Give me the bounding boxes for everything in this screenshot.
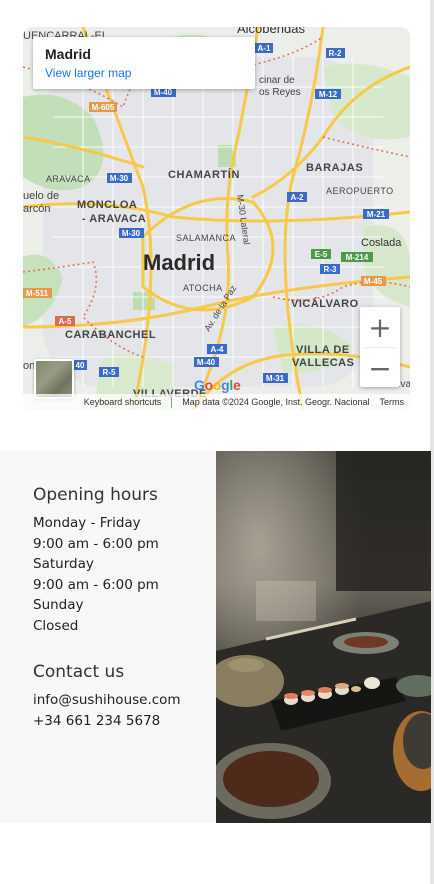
label-madrid: Madrid — [143, 250, 215, 275]
keyboard-shortcuts-link[interactable]: Keyboard shortcuts — [84, 397, 162, 407]
shield-r3: R-3 — [320, 264, 340, 274]
label-moncloa-1: MONCLOA — [77, 199, 137, 211]
hours-line: Sunday — [33, 597, 84, 613]
shield-a1: A-1 — [255, 43, 273, 53]
restaurant-photo — [216, 451, 431, 823]
label-carabanchel: CARABANCHEL — [65, 329, 156, 341]
hours-line: Closed — [33, 617, 79, 634]
svg-text:R-5: R-5 — [103, 368, 116, 377]
hours-line: Monday - Friday — [33, 515, 141, 531]
shield-m12: M-12 — [315, 89, 341, 99]
label-aeropuerto: AEROPUERTO — [326, 186, 394, 196]
attribution-divider — [171, 396, 173, 408]
shield-a2: A-2 — [287, 192, 307, 202]
svg-text:40: 40 — [76, 361, 85, 370]
svg-text:M-45: M-45 — [364, 277, 383, 286]
svg-text:M-511: M-511 — [26, 289, 49, 298]
label-atocha: ATOCHA — [183, 283, 223, 293]
shield-m214: M-214 — [341, 252, 373, 262]
label-pozuelo-2: arcón — [23, 203, 51, 215]
label-sanse-1: cinar de — [259, 75, 295, 86]
shield-r5: R-5 — [99, 367, 119, 377]
svg-text:M-31: M-31 — [266, 374, 285, 383]
satellite-toggle[interactable] — [34, 359, 74, 399]
info-section: Opening hours Monday - Friday 9:00 am - … — [0, 451, 216, 823]
svg-text:A-2: A-2 — [291, 193, 304, 202]
shield-m605: M-605 — [89, 102, 117, 112]
svg-text:M-40: M-40 — [154, 88, 173, 97]
shield-m40-south: M-40 — [194, 357, 219, 367]
svg-text:M-30: M-30 — [110, 174, 129, 183]
contact-list: info@sushihouse.com +34 661 234 5678 — [33, 690, 216, 731]
shield-a5: A-5 — [55, 316, 75, 326]
label-aravaca: ARAVACA — [46, 174, 90, 184]
shield-m31: M-31 — [263, 373, 288, 383]
svg-text:R-2: R-2 — [329, 49, 342, 58]
hours-line: 9:00 am - 6:00 pm — [33, 576, 159, 593]
shield-a4: A-4 — [207, 344, 227, 354]
contact-email[interactable]: info@sushihouse.com — [33, 690, 216, 711]
label-vicalvaro: VICÁLVARO — [291, 297, 359, 310]
shield-m45: M-45 — [361, 276, 386, 286]
label-pozuelo-1: uelo de — [23, 190, 59, 202]
svg-text:M-40: M-40 — [197, 358, 216, 367]
opening-hours-list: Monday - Friday 9:00 am - 6:00 pm Saturd… — [33, 513, 216, 636]
label-coslada: Coslada — [361, 237, 402, 249]
label-moncloa-2: - ARAVACA — [82, 213, 146, 225]
label-villa-vallecas-2: VALLECAS — [292, 357, 354, 369]
svg-text:M-605: M-605 — [92, 103, 115, 112]
svg-text:M-12: M-12 — [319, 90, 338, 99]
map-embed[interactable]: UENCARRAL-EL Alcobendas cinar de os Reye… — [23, 27, 410, 410]
zoom-control: + − — [360, 307, 400, 387]
contact-phone[interactable]: +34 661 234 5678 — [33, 711, 216, 732]
shield-r2: R-2 — [326, 48, 345, 58]
label-villa-vallecas-1: VILLA DE — [296, 344, 350, 356]
place-name: Madrid — [45, 46, 91, 62]
hours-line: Saturday — [33, 556, 94, 572]
shield-e5: E-5 — [311, 249, 331, 259]
zoom-in-button[interactable]: + — [360, 307, 400, 347]
svg-text:E-5: E-5 — [315, 250, 328, 259]
svg-text:A-4: A-4 — [211, 345, 224, 354]
label-alcobendas: Alcobendas — [237, 27, 305, 36]
view-larger-map-link[interactable]: View larger map — [45, 66, 243, 80]
svg-text:A-1: A-1 — [258, 44, 271, 53]
contact-heading: Contact us — [33, 662, 125, 682]
shield-m21: M-21 — [363, 209, 389, 219]
shield-m30-center: M-30 — [119, 228, 144, 238]
hours-line: 9:00 am - 6:00 pm — [33, 535, 159, 552]
svg-text:M-30: M-30 — [122, 229, 141, 238]
google-logo: Google — [194, 377, 241, 393]
shield-m30-west: M-30 — [107, 173, 132, 183]
place-card: Madrid View larger map — [33, 37, 255, 89]
label-salamanca: SALAMANCA — [176, 233, 236, 243]
label-chamartin: CHAMARTÍN — [168, 168, 240, 181]
label-barajas: BARAJAS — [306, 162, 363, 174]
label-sanse-2: os Reyes — [259, 87, 301, 98]
svg-text:M-214: M-214 — [346, 253, 369, 262]
map-attribution-bar: Keyboard shortcuts Map data ©2024 Google… — [23, 394, 410, 410]
shield-40: 40 — [73, 360, 87, 370]
svg-text:R-3: R-3 — [324, 265, 337, 274]
zoom-out-button[interactable]: − — [360, 348, 400, 388]
shield-m511: M-511 — [23, 288, 52, 298]
terms-link[interactable]: Terms — [380, 397, 405, 407]
svg-text:M-21: M-21 — [367, 210, 386, 219]
svg-text:A-5: A-5 — [59, 317, 72, 326]
map-data-text: Map data ©2024 Google, Inst. Geogr. Naci… — [182, 397, 370, 407]
opening-hours-heading: Opening hours — [33, 485, 158, 505]
